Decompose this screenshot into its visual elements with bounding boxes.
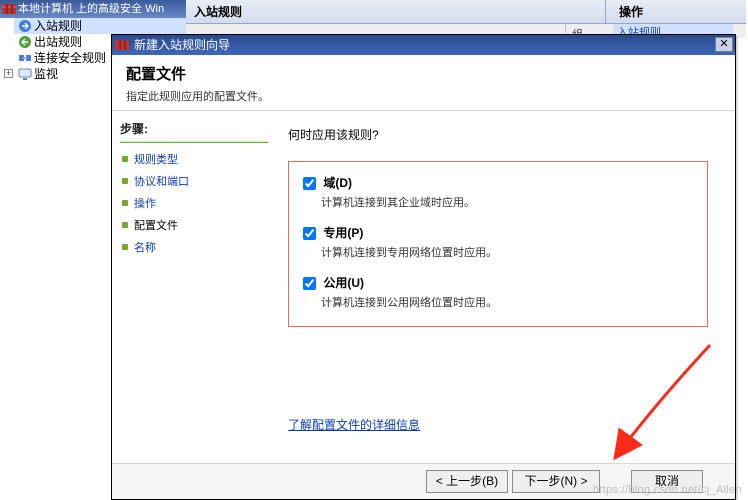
- step-name[interactable]: 名称: [120, 237, 274, 259]
- domain-desc: 计算机连接到其企业域时应用。: [321, 194, 693, 210]
- checkbox-private-input[interactable]: [303, 227, 316, 240]
- close-icon: ✕: [719, 38, 728, 50]
- wizard-main: 何时应用该规则? 域(D) 计算机连接到其企业域时应用。 专用(P) 计算机连接…: [274, 112, 735, 463]
- next-button[interactable]: 下一步(N) >: [512, 470, 600, 493]
- private-desc: 计算机连接到专用网络位置时应用。: [321, 244, 693, 260]
- checkbox-private[interactable]: 专用(P): [303, 226, 363, 240]
- expand-icon[interactable]: +: [4, 69, 13, 78]
- checkbox-domain[interactable]: 域(D): [303, 176, 352, 190]
- option-private: 专用(P) 计算机连接到专用网络位置时应用。: [303, 224, 693, 260]
- step-rule-type[interactable]: 规则类型: [120, 149, 274, 171]
- monitor-icon: [18, 67, 32, 81]
- console-header-bar: 入站规则 操作: [186, 0, 746, 24]
- option-domain: 域(D) 计算机连接到其企业域时应用。: [303, 174, 693, 210]
- tree-inbound-rules[interactable]: 入站规则: [14, 18, 186, 34]
- inbound-icon: [18, 19, 32, 33]
- wizard-heading: 配置文件: [126, 63, 721, 84]
- panel-title-actions: 操作: [611, 0, 748, 24]
- close-button[interactable]: ✕: [715, 37, 733, 52]
- option-public: 公用(U) 计算机连接到公用网络位置时应用。: [303, 274, 693, 310]
- connection-icon: [18, 51, 32, 65]
- firewall-icon: [2, 2, 16, 16]
- wizard-subheading: 指定此规则应用的配置文件。: [126, 88, 721, 104]
- wizard-header: 配置文件 指定此规则应用的配置文件。: [112, 55, 735, 111]
- question-text: 何时应用该规则?: [288, 126, 717, 143]
- steps-title: 步骤:: [120, 120, 274, 137]
- step-profile[interactable]: 配置文件: [120, 215, 274, 237]
- console-title: 本地计算机 上的高级安全 Win: [0, 0, 186, 18]
- wizard-titlebar: 新建入站规则向导 ✕: [112, 35, 735, 55]
- checkbox-public[interactable]: 公用(U): [303, 276, 364, 290]
- panel-title-inbound: 入站规则: [186, 0, 606, 24]
- learn-more-link[interactable]: 了解配置文件的详细信息: [288, 416, 420, 433]
- back-button[interactable]: < 上一步(B): [426, 470, 508, 493]
- checkbox-public-input[interactable]: [303, 277, 316, 290]
- wizard-dialog: 新建入站规则向导 ✕ 配置文件 指定此规则应用的配置文件。 步骤: 规则类型 协…: [111, 34, 736, 500]
- checkbox-domain-input[interactable]: [303, 177, 316, 190]
- steps-divider: [120, 141, 268, 143]
- options-group: 域(D) 计算机连接到其企业域时应用。 专用(P) 计算机连接到专用网络位置时应…: [288, 161, 708, 327]
- public-desc: 计算机连接到公用网络位置时应用。: [321, 294, 693, 310]
- step-action[interactable]: 操作: [120, 193, 274, 215]
- outbound-icon: [18, 35, 32, 49]
- firewall-icon: [115, 38, 129, 52]
- step-protocol-ports[interactable]: 协议和端口: [120, 171, 274, 193]
- watermark: https://blog.csdn.net/cj_Allen: [593, 484, 742, 496]
- wizard-steps: 步骤: 规则类型 协议和端口 操作 配置文件 名称: [112, 112, 274, 463]
